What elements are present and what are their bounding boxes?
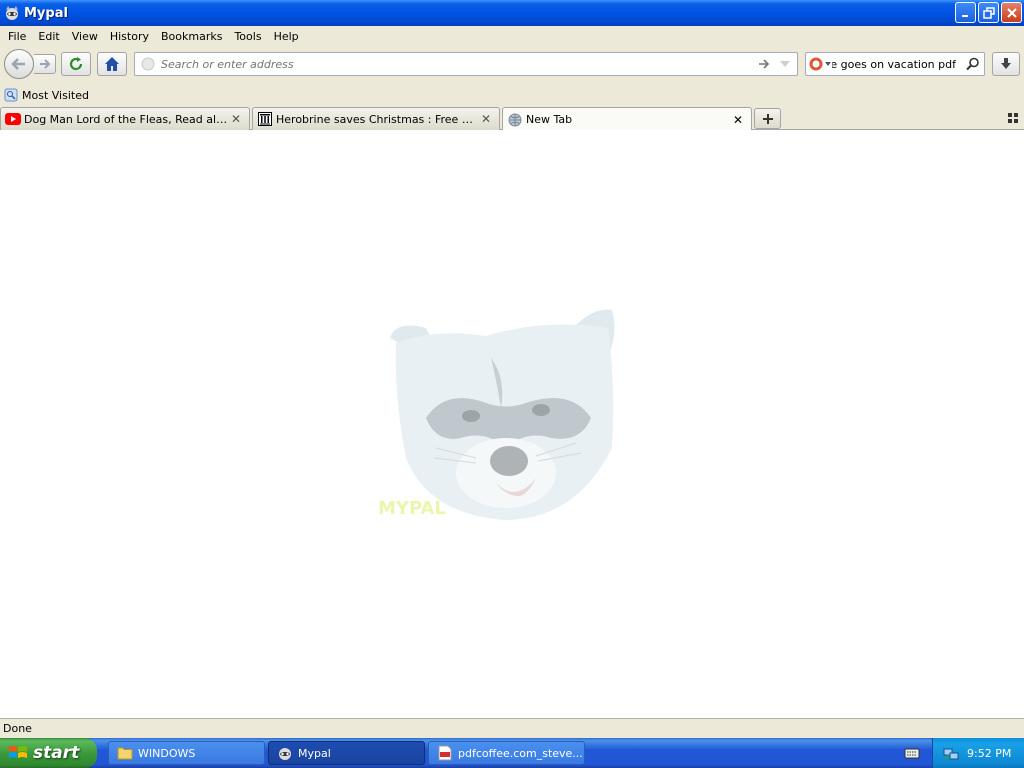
home-button[interactable] bbox=[97, 52, 127, 76]
menu-help[interactable]: Help bbox=[268, 30, 305, 43]
address-bar[interactable] bbox=[134, 52, 798, 76]
start-label: start bbox=[33, 743, 80, 763]
tab-label: Herobrine saves Christmas : Free Downlo.… bbox=[276, 112, 479, 126]
tab-close-icon[interactable]: ✕ bbox=[229, 112, 243, 126]
forward-button[interactable] bbox=[34, 54, 56, 74]
search-bar[interactable]: ine goes on vacation pdf bbox=[805, 52, 985, 76]
search-input[interactable]: ine goes on vacation pdf bbox=[832, 58, 956, 71]
menu-edit[interactable]: Edit bbox=[32, 30, 65, 43]
dropdown-arrow-icon[interactable] bbox=[779, 59, 791, 69]
new-tab-button[interactable] bbox=[754, 108, 781, 129]
menu-file[interactable]: File bbox=[2, 30, 32, 43]
search-icon[interactable] bbox=[966, 57, 980, 71]
restore-icon bbox=[982, 6, 995, 19]
keyboard-icon[interactable] bbox=[904, 746, 920, 760]
clock[interactable]: 9:52 PM bbox=[967, 747, 1011, 760]
downloads-button[interactable] bbox=[992, 52, 1020, 76]
tab-dog-man[interactable]: Dog Man Lord of the Fleas, Read aloud, .… bbox=[0, 107, 250, 130]
task-label: pdfcoffee.com_steve... bbox=[458, 746, 583, 760]
globe-icon bbox=[507, 112, 523, 128]
list-all-tabs-icon[interactable] bbox=[1008, 113, 1018, 123]
smart-folder-icon bbox=[4, 88, 18, 102]
forward-arrow-icon bbox=[39, 59, 50, 69]
mypal-icon bbox=[277, 745, 293, 761]
tab-label: New Tab bbox=[526, 113, 573, 126]
menu-bookmarks[interactable]: Bookmarks bbox=[155, 30, 228, 43]
tab-strip: Dog Man Lord of the Fleas, Read aloud, .… bbox=[0, 106, 1024, 131]
back-arrow-icon bbox=[11, 58, 25, 70]
globe-icon bbox=[141, 57, 155, 71]
address-input[interactable] bbox=[161, 57, 741, 71]
window-title: Mypal bbox=[24, 5, 68, 21]
go-arrow-icon[interactable] bbox=[757, 57, 771, 71]
archive-icon bbox=[257, 111, 273, 127]
minimize-icon bbox=[961, 14, 968, 17]
raccoon-logo bbox=[390, 309, 615, 520]
status-text: Done bbox=[3, 722, 32, 735]
windows-flag-icon bbox=[8, 744, 28, 762]
menu-view[interactable]: View bbox=[66, 30, 104, 43]
bookmark-most-visited[interactable]: Most Visited bbox=[4, 88, 89, 102]
youtube-icon bbox=[5, 111, 21, 127]
tab-herobrine[interactable]: Herobrine saves Christmas : Free Downlo.… bbox=[252, 107, 500, 130]
menu-tools[interactable]: Tools bbox=[228, 30, 267, 43]
close-icon bbox=[1006, 7, 1017, 18]
plus-icon bbox=[762, 113, 773, 124]
taskbar-item-windows[interactable]: WINDOWS bbox=[108, 741, 265, 765]
network-icon[interactable] bbox=[943, 745, 959, 761]
bookmark-label: Most Visited bbox=[22, 88, 89, 102]
tab-label: Dog Man Lord of the Fleas, Read aloud, .… bbox=[24, 112, 229, 126]
task-label: WINDOWS bbox=[138, 746, 196, 760]
bookmarks-toolbar: Most Visited bbox=[0, 84, 1024, 106]
download-icon bbox=[1001, 58, 1011, 69]
tab-new-tab[interactable]: New Tab ✕ bbox=[502, 107, 752, 131]
title-bar[interactable]: Mypal bbox=[0, 0, 1024, 26]
back-button[interactable] bbox=[4, 49, 34, 79]
folder-icon bbox=[117, 745, 133, 761]
status-bar: Done bbox=[0, 718, 1024, 738]
tab-close-icon[interactable]: ✕ bbox=[479, 112, 493, 126]
logo-wordmark: MYPAL bbox=[378, 498, 446, 519]
tab-close-icon[interactable]: ✕ bbox=[731, 113, 745, 127]
navigation-toolbar: ine goes on vacation pdf bbox=[0, 46, 1024, 82]
home-icon bbox=[105, 57, 119, 71]
reload-button[interactable] bbox=[61, 52, 91, 76]
minimize-button[interactable] bbox=[955, 2, 976, 23]
close-button[interactable] bbox=[1001, 2, 1022, 23]
reload-icon bbox=[69, 57, 83, 71]
menu-history[interactable]: History bbox=[104, 30, 155, 43]
taskbar-item-mypal[interactable]: Mypal bbox=[268, 741, 425, 765]
chevron-down-icon bbox=[825, 62, 831, 66]
page-content[interactable]: MYPAL bbox=[0, 130, 1024, 718]
taskbar: start WINDOWS Mypal pdfcoffee.com_steve.… bbox=[0, 738, 1024, 768]
pdf-icon bbox=[437, 745, 453, 761]
duckduckgo-icon bbox=[809, 57, 823, 71]
restore-button[interactable] bbox=[978, 2, 999, 23]
system-tray: 9:52 PM bbox=[932, 738, 1024, 768]
menu-bar: File Edit View History Bookmarks Tools H… bbox=[0, 26, 1024, 46]
start-button[interactable]: start bbox=[0, 738, 97, 768]
task-label: Mypal bbox=[298, 746, 331, 760]
taskbar-item-pdf[interactable]: pdfcoffee.com_steve... bbox=[428, 741, 585, 765]
mypal-app-icon[interactable] bbox=[4, 5, 20, 21]
search-engine-selector[interactable] bbox=[806, 57, 832, 71]
